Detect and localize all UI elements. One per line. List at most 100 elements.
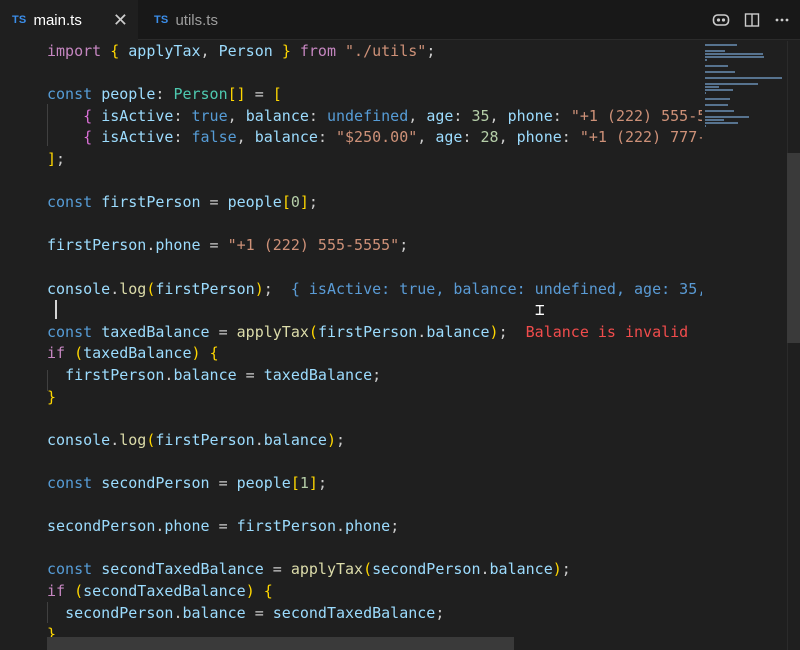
code-token: . xyxy=(336,517,346,536)
code-token: balance xyxy=(182,603,246,622)
code-token: = xyxy=(263,560,291,579)
code-token: secondPerson xyxy=(65,603,174,622)
code-token: ; xyxy=(426,42,436,60)
code-token: balance xyxy=(173,366,237,384)
code-token: = xyxy=(245,85,273,104)
code-token: phone xyxy=(507,106,553,125)
code-line[interactable]: { isActive: true, balance: undefined, ag… xyxy=(47,106,702,127)
code-line[interactable]: const taxedBalance = applyTax(firstPerso… xyxy=(47,322,688,343)
code-line[interactable]: secondPerson.balance = secondTaxedBalanc… xyxy=(47,603,444,624)
code-line[interactable]: const people: Person[] = [ xyxy=(47,84,282,105)
split-editor-icon[interactable] xyxy=(744,12,760,28)
code-token: . xyxy=(417,322,427,341)
close-icon[interactable]: ✕ xyxy=(113,10,128,31)
code-token: ; xyxy=(372,366,382,384)
code-area[interactable]: import { applyTax, Person } from "./util… xyxy=(47,41,702,650)
minimap-line xyxy=(705,53,763,55)
code-token: taxedBalance xyxy=(101,322,210,341)
tab-main-ts[interactable]: TS main.ts ✕ xyxy=(0,0,138,41)
code-token: applyTax xyxy=(236,322,309,341)
code-token: [ xyxy=(290,474,300,492)
more-actions-icon[interactable] xyxy=(774,12,790,28)
code-line[interactable]: import { applyTax, Person } from "./util… xyxy=(47,41,435,62)
code-line[interactable]: { isActive: false, balance: "$250.00", a… xyxy=(47,127,702,148)
code-token: log xyxy=(119,279,147,298)
horizontal-scrollbar-thumb[interactable] xyxy=(47,637,514,650)
code-line[interactable]: const secondPerson = people[1]; xyxy=(47,473,327,494)
code-line[interactable]: console.log(firstPerson); { isActive: tr… xyxy=(47,279,702,300)
code-token: "+1 (222) 555-5555" xyxy=(227,236,400,255)
code-token: = xyxy=(209,517,237,536)
code-token: people xyxy=(236,474,291,492)
code-token: balance xyxy=(489,560,553,579)
code-token: Person xyxy=(173,85,228,104)
code-token: , xyxy=(227,106,246,125)
code-line[interactable]: const firstPerson = people[0]; xyxy=(47,192,318,213)
tab-utils-ts[interactable]: TS utils.ts xyxy=(142,0,262,40)
code-token: secondTaxedBalance xyxy=(101,560,264,579)
vertical-scrollbar[interactable] xyxy=(787,41,800,650)
code-token: 1 xyxy=(299,474,309,492)
code-token: , xyxy=(408,106,427,125)
code-token: ) xyxy=(254,279,264,298)
code-line[interactable]: console.log(firstPerson.balance); xyxy=(47,430,345,451)
minimap-line xyxy=(705,125,706,127)
code-token: ; xyxy=(435,603,445,622)
code-token: const xyxy=(47,322,93,341)
code-token: console xyxy=(47,430,111,449)
code-token: = xyxy=(236,366,264,384)
code-token: age xyxy=(426,106,454,125)
code-token: : xyxy=(155,85,174,104)
code-token: 28 xyxy=(480,128,499,147)
minimap-line xyxy=(705,110,735,112)
minimap-line xyxy=(705,65,728,67)
minimap-line xyxy=(705,83,759,85)
code-line[interactable]: firstPerson.phone = "+1 (222) 555-5555"; xyxy=(47,235,408,256)
code-token: secondPerson xyxy=(101,474,210,492)
vertical-scrollbar-thumb[interactable] xyxy=(787,153,800,343)
code-token: const xyxy=(47,193,93,212)
code-token: firstPerson xyxy=(65,366,165,384)
code-token: { xyxy=(83,128,93,147)
code-line[interactable]: secondPerson.phone = firstPerson.phone; xyxy=(47,516,399,537)
minimap-line xyxy=(705,119,724,121)
code-token: ) xyxy=(191,344,201,363)
code-token: applyTax xyxy=(128,42,201,60)
minimap[interactable] xyxy=(703,41,786,131)
code-token: import xyxy=(47,42,102,60)
code-token: : xyxy=(462,128,481,147)
text-cursor xyxy=(55,300,57,319)
code-line[interactable]: ]; xyxy=(47,149,65,170)
tab-bar: TS main.ts ✕ TS utils.ts xyxy=(0,0,800,41)
code-editor[interactable]: import { applyTax, Person } from "./util… xyxy=(0,41,800,650)
code-token: phone xyxy=(516,128,562,147)
code-line[interactable]: firstPerson.balance = taxedBalance; xyxy=(47,365,381,386)
minimap-line xyxy=(705,98,730,100)
code-line[interactable]: if (secondTaxedBalance) { xyxy=(47,581,273,602)
code-token: : xyxy=(561,128,580,147)
code-line[interactable]: } xyxy=(47,387,56,408)
code-token: = xyxy=(200,236,228,255)
code-token: secondTaxedBalance xyxy=(272,603,436,622)
copilot-icon[interactable] xyxy=(712,12,730,28)
code-line[interactable]: if (taxedBalance) { xyxy=(47,343,219,364)
code-token: firstPerson xyxy=(155,430,255,449)
code-token: : xyxy=(308,106,327,125)
tab-label: main.ts xyxy=(33,11,82,29)
code-token: 35 xyxy=(471,106,490,125)
code-token: [ xyxy=(272,85,282,104)
code-token: 0 xyxy=(290,193,300,212)
code-line[interactable]: const secondTaxedBalance = applyTax(seco… xyxy=(47,559,571,580)
code-token: , xyxy=(236,128,255,147)
minimap-line xyxy=(705,56,764,58)
